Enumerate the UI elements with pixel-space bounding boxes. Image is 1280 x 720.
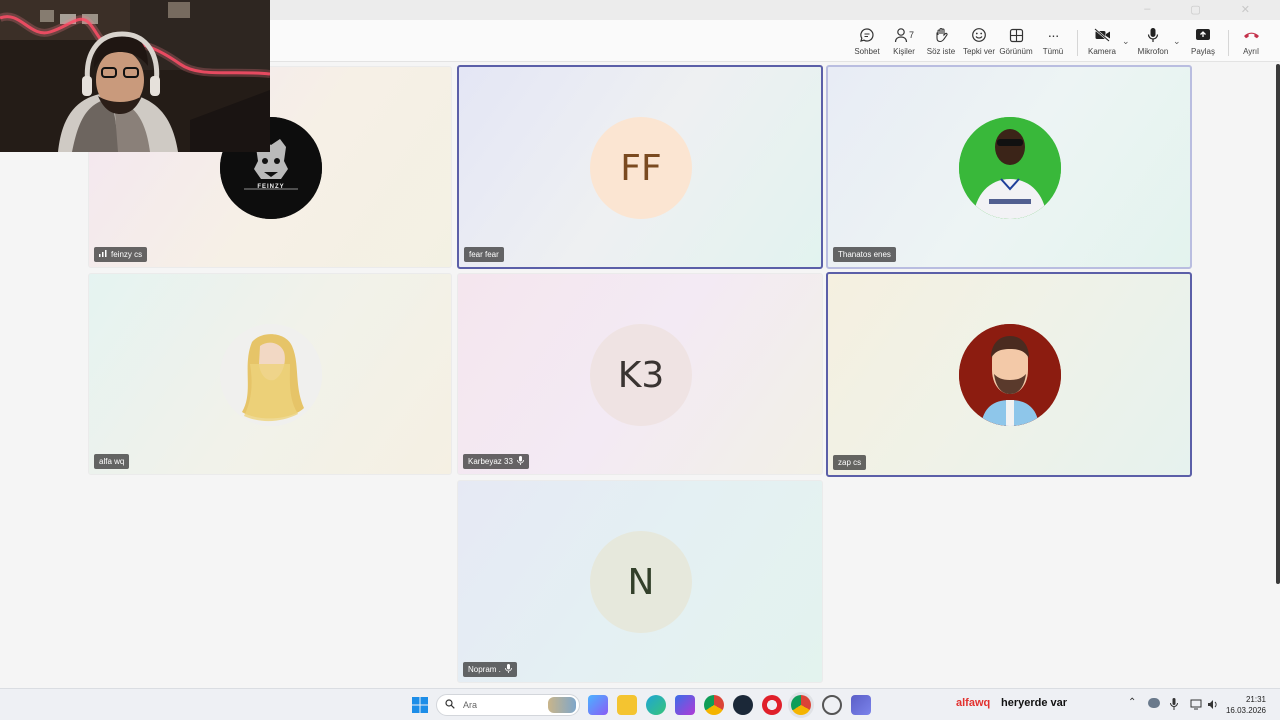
camera-label: Kamera: [1087, 47, 1116, 56]
mic-muted-icon: [517, 456, 524, 467]
participant-name: alfa wq: [99, 457, 125, 466]
participant-name: feinzy cs: [111, 250, 143, 259]
mic-options-chevron-icon[interactable]: ⌄: [1173, 36, 1181, 47]
chrome-icon[interactable]: [704, 695, 724, 715]
clock-time: 21:31: [1245, 695, 1266, 704]
scrollbar[interactable]: [1276, 64, 1280, 584]
widgets-icon[interactable]: [588, 695, 608, 715]
teams-icon[interactable]: [851, 695, 871, 715]
cloud-icon[interactable]: [1148, 698, 1160, 708]
system-clock[interactable]: 21:31 16.03.2026: [1226, 694, 1266, 716]
participant-name-tag: Karbeyaz 33: [463, 454, 529, 469]
grid-icon: [1009, 26, 1024, 44]
search-placeholder: Ara: [463, 700, 478, 710]
participant-name-tag: zap cs: [833, 455, 867, 470]
mic-button[interactable]: Mikrofon: [1131, 26, 1175, 60]
chrome-active-icon[interactable]: [791, 695, 811, 715]
toolbar-divider: [1077, 30, 1078, 56]
share-label: Paylaş: [1190, 47, 1215, 56]
network-icon[interactable]: [1190, 697, 1202, 715]
app-ring-icon[interactable]: [822, 695, 842, 715]
more-button[interactable]: ··· Tümü: [1031, 26, 1075, 60]
more-icon: ···: [1047, 27, 1060, 43]
participant-tile[interactable]: Thanatos enes: [826, 65, 1192, 269]
tray-overflow-chevron-icon[interactable]: ⌃: [1128, 697, 1136, 708]
share-button[interactable]: Paylaş: [1181, 26, 1225, 60]
participant-name: Karbeyaz 33: [468, 457, 513, 466]
windows-start-icon[interactable]: [410, 695, 430, 715]
participant-name-tag: alfa wq: [94, 454, 130, 469]
participant-tile[interactable]: zap cs: [826, 272, 1192, 477]
mic-label: Mikrofon: [1137, 47, 1169, 56]
avatar-initials: K3: [617, 354, 665, 396]
tray-mic-icon[interactable]: [1170, 697, 1178, 715]
avatar: FF: [590, 117, 692, 219]
opera-icon[interactable]: [762, 695, 782, 715]
leave-button[interactable]: Ayrıl: [1229, 26, 1273, 60]
search-highlight-icon: [548, 697, 576, 713]
participant-name-tag: Nopram .: [463, 662, 517, 677]
participant-name-tag: Thanatos enes: [833, 247, 896, 262]
chat-label: Sohbet: [854, 47, 880, 56]
share-icon: [1195, 26, 1211, 44]
maximize-button[interactable]: ▢: [1190, 3, 1200, 16]
avatar-initials: FF: [620, 147, 662, 189]
ticker-user: alfawq: [956, 697, 991, 709]
raise-hand-label: Söz iste: [926, 47, 956, 56]
windows-taskbar: Ara alfawq heryerde var ⌃ 21:31 16.03.20…: [0, 688, 1280, 720]
signal-icon: [99, 250, 107, 259]
mic-muted-icon: [505, 664, 512, 675]
close-window-button[interactable]: ✕: [1241, 3, 1250, 16]
raise-hand-icon: [934, 26, 949, 44]
taskbar-search[interactable]: Ara: [436, 694, 580, 716]
avatar: N: [590, 531, 692, 633]
window-controls: – ▢ ✕: [1144, 3, 1250, 16]
participant-name: fear fear: [469, 250, 499, 259]
view-label: Görünüm: [999, 47, 1033, 56]
participant-name-tag: fear fear: [464, 247, 504, 262]
camera-off-icon: [1093, 26, 1111, 44]
volume-icon[interactable]: [1207, 697, 1219, 715]
search-icon: [445, 699, 455, 711]
minimize-button[interactable]: –: [1144, 3, 1150, 16]
camera-options-chevron-icon[interactable]: ⌄: [1122, 36, 1130, 47]
people-icon: 7: [894, 26, 914, 44]
leave-icon: [1243, 26, 1260, 44]
steam-icon[interactable]: [733, 695, 753, 715]
ticker-message: heryerde var: [1001, 697, 1068, 709]
webcam-overlay: [0, 0, 270, 152]
participant-tile[interactable]: K3 Karbeyaz 33: [457, 273, 823, 475]
participant-tile[interactable]: alfa wq: [88, 273, 452, 475]
avatar: [959, 324, 1061, 426]
smiley-icon: [971, 26, 987, 44]
camera-button[interactable]: Kamera: [1080, 26, 1124, 60]
file-explorer-icon[interactable]: [617, 695, 637, 715]
feinzy-logo-text: FEINZY: [257, 184, 285, 190]
microsoft-store-icon[interactable]: [675, 695, 695, 715]
participant-name: zap cs: [838, 458, 862, 467]
react-label: Tepki ver: [962, 47, 995, 56]
participant-name: Nopram .: [468, 665, 501, 674]
mic-icon: [1147, 26, 1159, 44]
participant-name: Thanatos enes: [838, 250, 891, 259]
avatar: [959, 117, 1061, 219]
avatar-initials: N: [627, 561, 655, 603]
leave-label: Ayrıl: [1243, 47, 1259, 56]
more-label: Tümü: [1042, 47, 1064, 56]
people-count: 7: [908, 30, 914, 40]
participant-tile[interactable]: FF fear fear: [457, 65, 823, 269]
chat-icon: [859, 26, 875, 44]
people-label: Kişiler: [893, 47, 915, 56]
participant-tile[interactable]: N Nopram .: [457, 480, 823, 683]
clock-date: 16.03.2026: [1225, 706, 1266, 715]
avatar: [220, 324, 322, 426]
participant-name-tag: feinzy cs: [94, 247, 148, 262]
webcam-feed-image: [0, 0, 270, 152]
edge-browser-icon[interactable]: [646, 695, 666, 715]
avatar: K3: [590, 324, 692, 426]
